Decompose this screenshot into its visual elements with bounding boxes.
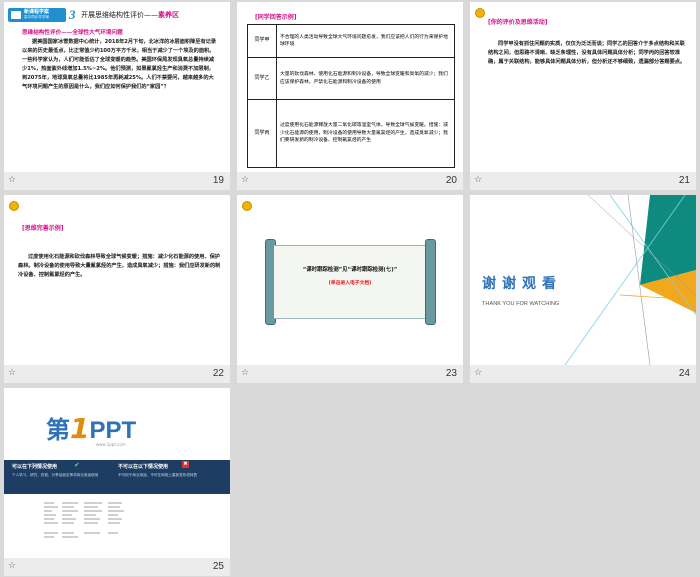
- table-row: 同学乙 大量的砍伐森林、使用化石能源和制冷设备，导致全球变暖和臭氧的减少；我们应…: [247, 57, 455, 100]
- banner-title-main: 开展思维结构性评价——: [81, 11, 158, 19]
- slide-thumbnail-21[interactable]: [你的评价及思维活动] 同学甲没有抓住问题的实质，仅仅为泛泛而谈；同学乙的回答介…: [470, 2, 696, 190]
- check-icon: ✔: [74, 461, 80, 469]
- bullet-dot-icon: [9, 201, 19, 211]
- allowed-title: 可以在下列情况使用: [12, 464, 58, 470]
- logo-char: 第: [46, 416, 70, 444]
- logo: 第1PPT: [46, 410, 136, 445]
- thanks-subtitle: THANK YOU FOR WATCHING: [482, 301, 560, 307]
- cross-icon: ✖: [182, 461, 189, 468]
- slide-thumbnail-20[interactable]: [同学回答示例] 同学甲 不合理的人类活动导致全球大气环境问题愈发，我们应该把人…: [237, 2, 463, 190]
- slide-canvas: [你的评价及思维活动] 同学甲没有抓住问题的实质，仅仅为泛泛而谈；同学乙的回答介…: [470, 2, 696, 172]
- forbidden-title: 不可以在以下情况使用: [118, 464, 169, 470]
- star-icon[interactable]: ☆: [474, 368, 482, 378]
- slide-thumbnail-25[interactable]: 第1PPT www.1ppt.com 可以在下列情况使用 ✔ 个人学习、研究、欣…: [4, 388, 230, 576]
- star-icon[interactable]: ☆: [8, 175, 16, 185]
- slide-footer: ☆ 22: [4, 365, 230, 383]
- slide-canvas: 谢谢观看 THANK YOU FOR WATCHING: [470, 195, 696, 365]
- qr-decoration: [44, 502, 124, 538]
- bullet-dot-icon: [475, 8, 485, 18]
- slide-thumbnail-22[interactable]: [思维完善示例] 过度使用化石能源和砍伐森林导致全球气候变暖；措施：减少化石能源…: [4, 195, 230, 383]
- slide-thumbnail-24[interactable]: 谢谢观看 THANK YOU FOR WATCHING ☆ 24: [470, 195, 696, 383]
- slide-canvas: [同学回答示例] 同学甲 不合理的人类活动导致全球大气环境问题愈发，我们应该把人…: [237, 2, 463, 172]
- book-icon: [11, 11, 21, 19]
- usage-panel: 可以在下列情况使用 ✔ 个人学习、研究、欣赏、分享给朋友等非商业用途使用 不可以…: [4, 460, 230, 494]
- scroll-rod-right: [425, 239, 436, 325]
- scroll-subtitle[interactable]: (单击进入电子文档): [277, 279, 423, 286]
- slide-footer: ☆ 24: [470, 365, 696, 383]
- slide-body-text: 据美国国家冰雪数据中心统计，2018年2月下旬，北冰洋的冰层面积降至有记录以来的…: [22, 39, 217, 90]
- banner-logo-badge: 新课程学案 高中同步导学案: [8, 8, 66, 22]
- slide-canvas: 第1PPT www.1ppt.com 可以在下列情况使用 ✔ 个人学习、研究、欣…: [4, 388, 230, 558]
- banner-logo-sub: 高中同步导学案: [24, 15, 50, 19]
- table-cell: 过度使用化石能源释放大量二氧化碳等温室气体，导致全球气候变暖。措施：减少化石能源…: [276, 99, 455, 168]
- table-cell: 大量的砍伐森林、使用化石能源和制冷设备，导致全球变暖和臭氧的减少；我们应该保护森…: [276, 57, 455, 100]
- thanks-title: 谢谢观看: [482, 276, 562, 292]
- slide-tag: [你的评价及思维活动]: [488, 19, 548, 26]
- banner-number: 3: [69, 7, 76, 22]
- slide-footer: ☆ 19: [4, 172, 230, 190]
- slide-number: 24: [678, 368, 690, 379]
- slide-number: 19: [212, 175, 224, 186]
- slide-canvas: 新课程学案 高中同步导学案 3 开展思维结构性评价——素养区 思维结构性评价——…: [4, 2, 230, 172]
- banner-logo-text: 新课程学案: [24, 9, 50, 15]
- table-row: 同学丙 过度使用化石能源释放大量二氧化碳等温室气体，导致全球气候变暖。措施：减少…: [247, 99, 455, 168]
- slide-number: 23: [445, 368, 457, 379]
- logo-word: PPT: [89, 417, 137, 444]
- banner-title: 开展思维结构性评价——素养区: [81, 10, 179, 20]
- slide-footer: ☆ 21: [470, 172, 696, 190]
- logo-digit: 1: [70, 412, 90, 445]
- slide-heading: 思维结构性评价——全球性大气环境问题: [22, 30, 123, 36]
- slide-tag: [同学回答示例]: [255, 14, 297, 21]
- table-row-header: 同学甲: [247, 24, 277, 58]
- slide-number: 21: [678, 175, 690, 186]
- bullet-dot-icon: [242, 201, 252, 211]
- slide-footer: ☆ 23: [237, 365, 463, 383]
- slide-tag: [思维完善示例]: [22, 225, 64, 232]
- table-row: 同学甲 不合理的人类活动导致全球大气环境问题愈发，我们应该把人们的行为来保护地球…: [247, 24, 455, 58]
- slide-number: 25: [212, 561, 224, 572]
- banner-title-emphasis: 素养区: [158, 11, 179, 19]
- slide-canvas: “课时跟踪检测”见“课时跟踪检测(七)” (单击进入电子文档): [237, 195, 463, 365]
- scroll-banner: “课时跟踪检测”见“课时跟踪检测(七)” (单击进入电子文档): [265, 239, 436, 325]
- table-row-header: 同学丙: [247, 99, 277, 168]
- star-icon[interactable]: ☆: [474, 175, 482, 185]
- table-row-header: 同学乙: [247, 57, 277, 100]
- slide-thumbnail-19[interactable]: 新课程学案 高中同步导学案 3 开展思维结构性评价——素养区 思维结构性评价——…: [4, 2, 230, 190]
- star-icon[interactable]: ☆: [8, 368, 16, 378]
- slide-number: 20: [445, 175, 457, 186]
- scroll-title[interactable]: “课时跟踪检测”见“课时跟踪检测(七)”: [277, 265, 423, 273]
- table-cell: 不合理的人类活动导致全球大气环境问题愈发，我们应该把人们的行为来保护地球环境: [276, 24, 455, 58]
- forbidden-text: 不可用于商业用途，不可在网络上重新发布或转售: [118, 473, 198, 477]
- slide-number: 22: [212, 368, 224, 379]
- star-icon[interactable]: ☆: [241, 175, 249, 185]
- slide-footer: ☆ 20: [237, 172, 463, 190]
- logo-url: www.1ppt.com: [96, 442, 126, 447]
- star-icon[interactable]: ☆: [8, 561, 16, 571]
- answer-table: 同学甲 不合理的人类活动导致全球大气环境问题愈发，我们应该把人们的行为来保护地球…: [247, 24, 455, 168]
- slide-body-text: 过度使用化石能源和砍伐森林导致全球气候变暖；措施：减少化石能源的使用、保护森林。…: [18, 254, 221, 278]
- allowed-text: 个人学习、研究、欣赏、分享给朋友等非商业用途使用: [12, 473, 99, 477]
- slide-thumbnail-23[interactable]: “课时跟踪检测”见“课时跟踪检测(七)” (单击进入电子文档) ☆ 23: [237, 195, 463, 383]
- slide-footer: ☆ 25: [4, 558, 230, 576]
- star-icon[interactable]: ☆: [241, 368, 249, 378]
- slide-canvas: [思维完善示例] 过度使用化石能源和砍伐森林导致全球气候变暖；措施：减少化石能源…: [4, 195, 230, 365]
- slide-banner: 新课程学案 高中同步导学案 3 开展思维结构性评价——素养区: [8, 7, 226, 22]
- teal-shape: [640, 195, 696, 285]
- slide-body-text: 同学甲没有抓住问题的实质，仅仅为泛泛而谈；同学乙的回答介于多点结构和关联结构之间…: [488, 41, 686, 65]
